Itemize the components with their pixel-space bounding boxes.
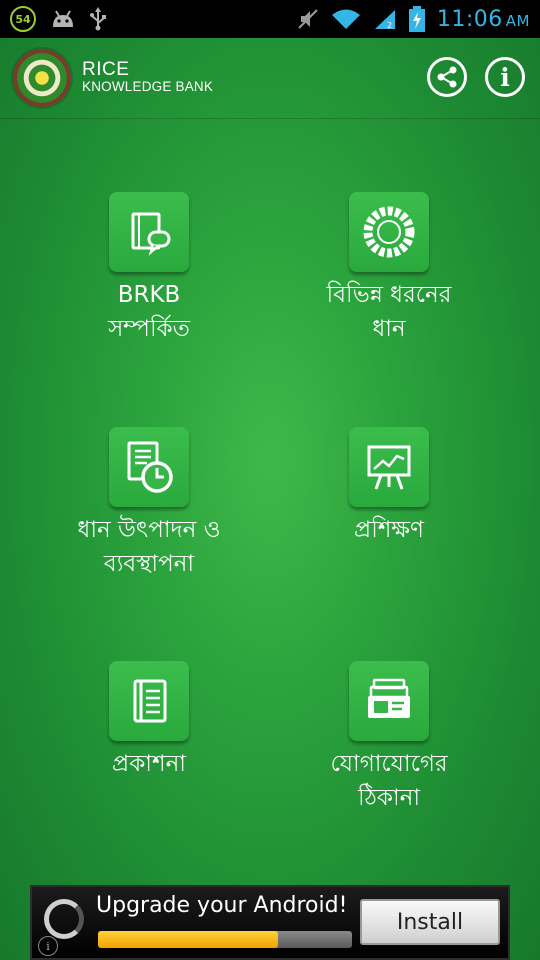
menu-label: BRKB সম্পর্কিত bbox=[108, 282, 190, 342]
menu-label: প্রশিক্ষণ bbox=[354, 517, 424, 543]
menu-item-about-brkb[interactable]: BRKB সম্পর্কিত bbox=[39, 192, 259, 346]
wifi-icon bbox=[331, 9, 360, 29]
app-header: RICE KNOWLEDGE BANK i bbox=[0, 38, 540, 119]
document-chat-icon bbox=[131, 212, 171, 256]
menu-label: যোগাযোগের ঠিকানা bbox=[330, 751, 448, 811]
mute-icon bbox=[298, 9, 318, 29]
ad-info-icon[interactable]: i bbox=[38, 936, 58, 956]
menu-tile bbox=[109, 192, 189, 272]
menu-label: বিভিন্ন ধরনের ধান bbox=[326, 282, 452, 342]
menu-label: প্রকাশনা bbox=[112, 751, 186, 777]
ad-install-button[interactable]: Install bbox=[360, 899, 500, 945]
app-title-line1: RICE bbox=[82, 59, 130, 80]
menu-item-training[interactable]: প্রশিক্ষণ bbox=[279, 427, 499, 547]
menu-tile bbox=[349, 661, 429, 741]
info-button[interactable]: i bbox=[485, 57, 525, 97]
clock-time: 11:06 bbox=[436, 6, 503, 32]
ad-logo-ring-icon bbox=[44, 899, 84, 939]
address-card-file-icon bbox=[368, 678, 410, 718]
android-debug-icon bbox=[53, 10, 73, 27]
svg-text:2: 2 bbox=[387, 21, 392, 30]
menu-tile bbox=[109, 427, 189, 507]
app-title-line2: KNOWLEDGE BANK bbox=[82, 79, 214, 94]
battery-charging-icon bbox=[408, 6, 425, 32]
menu-tile bbox=[109, 661, 189, 741]
menu-tile bbox=[349, 427, 429, 507]
info-icon: i bbox=[500, 62, 510, 92]
status-clock: 11:06 AM bbox=[437, 7, 530, 32]
menu-item-publications[interactable]: প্রকাশনা bbox=[39, 661, 259, 781]
ad-banner[interactable]: i Upgrade your Android! Install bbox=[30, 885, 510, 960]
menu-tile bbox=[349, 192, 429, 272]
menu-label: ধান উৎপাদন ও ব্যবস্থাপনা bbox=[77, 517, 221, 577]
rice-ring-icon bbox=[363, 206, 415, 258]
status-bar: 54 2 11:06 AM bbox=[0, 0, 540, 38]
share-icon bbox=[437, 66, 457, 88]
menu-item-rice-varieties[interactable]: বিভিন্ন ধরনের ধান bbox=[279, 192, 499, 346]
signal-icon: 2 bbox=[374, 10, 395, 30]
app-title: RICE KNOWLEDGE BANK bbox=[82, 60, 213, 95]
presentation-board-icon bbox=[367, 445, 411, 490]
notification-count-icon: 54 bbox=[10, 6, 36, 32]
brri-logo bbox=[13, 49, 71, 107]
ad-progress-bar bbox=[98, 931, 352, 948]
ad-progress-fill bbox=[98, 931, 279, 948]
menu-item-production-management[interactable]: ধান উৎপাদন ও ব্যবস্থাপনা bbox=[39, 427, 259, 581]
menu-item-contact-address[interactable]: যোগাযোগের ঠিকানা bbox=[279, 661, 499, 815]
usb-icon bbox=[90, 7, 106, 31]
clock-ampm: AM bbox=[505, 11, 530, 30]
ad-headline: Upgrade your Android! bbox=[96, 893, 348, 918]
book-icon bbox=[133, 679, 167, 723]
document-clock-icon bbox=[127, 441, 173, 493]
share-button[interactable] bbox=[427, 57, 467, 97]
